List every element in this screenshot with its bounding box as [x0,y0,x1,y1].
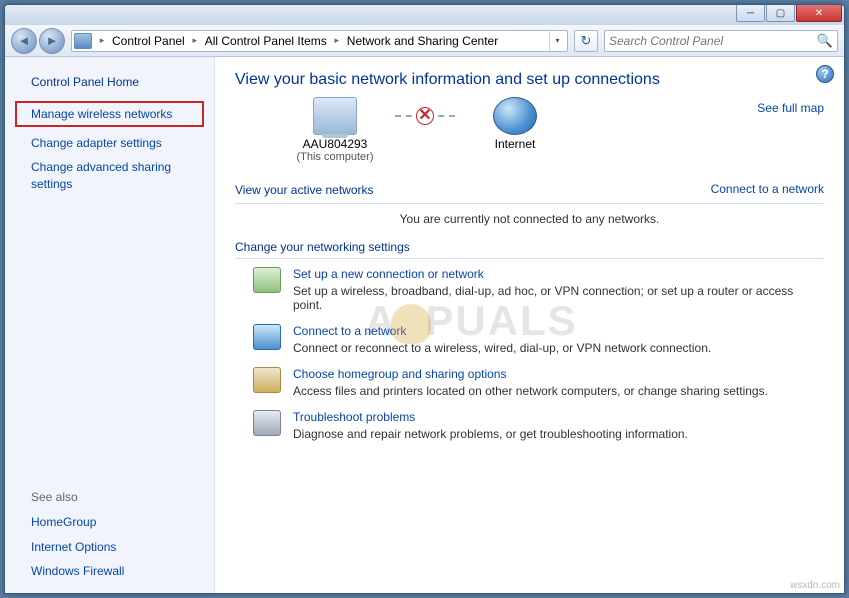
sidebar-spacer [15,196,204,491]
back-button[interactable]: ◄ [11,28,37,54]
see-also-homegroup[interactable]: HomeGroup [15,510,204,534]
refresh-button[interactable]: ↻ [574,30,598,52]
control-panel-home-link[interactable]: Control Panel Home [31,75,198,89]
map-node-internet: Internet [455,97,575,151]
help-icon[interactable]: ? [816,65,834,83]
content: ? View your basic network information an… [215,57,844,593]
change-settings-heading: Change your networking settings [235,240,824,254]
address-bar[interactable]: ▸ Control Panel ▸ All Control Panel Item… [71,30,568,52]
not-connected-message: You are currently not connected to any n… [235,212,824,226]
page-title: View your basic network information and … [235,71,824,89]
connect-to-network-link[interactable]: Connect to a network [711,182,824,196]
active-networks-row: View your active networks Connect to a n… [235,177,824,201]
divider [235,203,824,204]
globe-icon [493,97,537,135]
chevron-right-icon[interactable]: ▸ [331,31,343,51]
task-connect-network: Connect to a network Connect or reconnec… [253,324,824,355]
homegroup-link[interactable]: Choose homegroup and sharing options [293,367,768,381]
maximize-button[interactable]: ▢ [766,5,795,22]
navigation-bar: ◄ ► ▸ Control Panel ▸ All Control Panel … [5,25,844,57]
computer-sublabel: (This computer) [296,151,373,163]
connect-network-link[interactable]: Connect to a network [293,324,711,338]
homegroup-icon [253,367,281,393]
homegroup-desc: Access files and printers located on oth… [293,384,768,398]
breadcrumb-control-panel[interactable]: Control Panel [108,31,189,51]
search-box[interactable]: 🔍 [604,30,838,52]
task-troubleshoot: Troubleshoot problems Diagnose and repai… [253,410,824,441]
address-dropdown[interactable]: ▾ [549,31,565,51]
body: Control Panel Home Manage wireless netwo… [5,57,844,593]
task-list: Set up a new connection or network Set u… [235,267,824,441]
computer-icon [313,97,357,135]
setup-connection-link[interactable]: Set up a new connection or network [293,267,824,281]
active-networks-heading: View your active networks [235,183,374,197]
disconnected-x-icon: ✕ [416,107,434,125]
manage-wireless-link[interactable]: Manage wireless networks [15,101,204,127]
forward-button[interactable]: ► [39,28,65,54]
search-icon[interactable]: 🔍 [817,33,833,49]
troubleshoot-desc: Diagnose and repair network problems, or… [293,427,688,441]
map-node-computer: AAU804293 (This computer) [275,97,395,163]
network-map: AAU804293 (This computer) ✕ Internet [275,97,824,163]
breadcrumb-all-items[interactable]: All Control Panel Items [201,31,331,51]
see-also-windows-firewall[interactable]: Windows Firewall [15,559,204,583]
see-also-heading: See also [31,490,204,504]
setup-connection-desc: Set up a wireless, broadband, dial-up, a… [293,284,824,312]
troubleshoot-link[interactable]: Troubleshoot problems [293,410,688,424]
corner-credit: wsxdn.com [790,580,840,591]
connect-network-icon [253,324,281,350]
sidebar: Control Panel Home Manage wireless netwo… [5,57,215,593]
chevron-right-icon[interactable]: ▸ [96,31,108,51]
nav-buttons: ◄ ► [11,28,65,54]
connect-network-desc: Connect or reconnect to a wireless, wire… [293,341,711,355]
control-panel-icon [74,33,92,49]
internet-label: Internet [495,137,536,151]
search-input[interactable] [609,34,817,48]
chevron-right-icon[interactable]: ▸ [189,31,201,51]
map-connection-line: ✕ [395,115,455,117]
window: ─ ▢ ✕ ◄ ► ▸ Control Panel ▸ All Control … [4,4,845,594]
task-setup-connection: Set up a new connection or network Set u… [253,267,824,312]
task-homegroup: Choose homegroup and sharing options Acc… [253,367,824,398]
setup-connection-icon [253,267,281,293]
divider [235,258,824,259]
see-also-internet-options[interactable]: Internet Options [15,535,204,559]
titlebar: ─ ▢ ✕ [5,5,844,25]
computer-name: AAU804293 [303,137,368,151]
minimize-button[interactable]: ─ [736,5,765,22]
close-button[interactable]: ✕ [796,5,842,22]
breadcrumb-network-sharing[interactable]: Network and Sharing Center [343,31,502,51]
change-adapter-link[interactable]: Change adapter settings [15,131,204,155]
troubleshoot-icon [253,410,281,436]
change-advanced-link[interactable]: Change advanced sharing settings [15,155,204,195]
